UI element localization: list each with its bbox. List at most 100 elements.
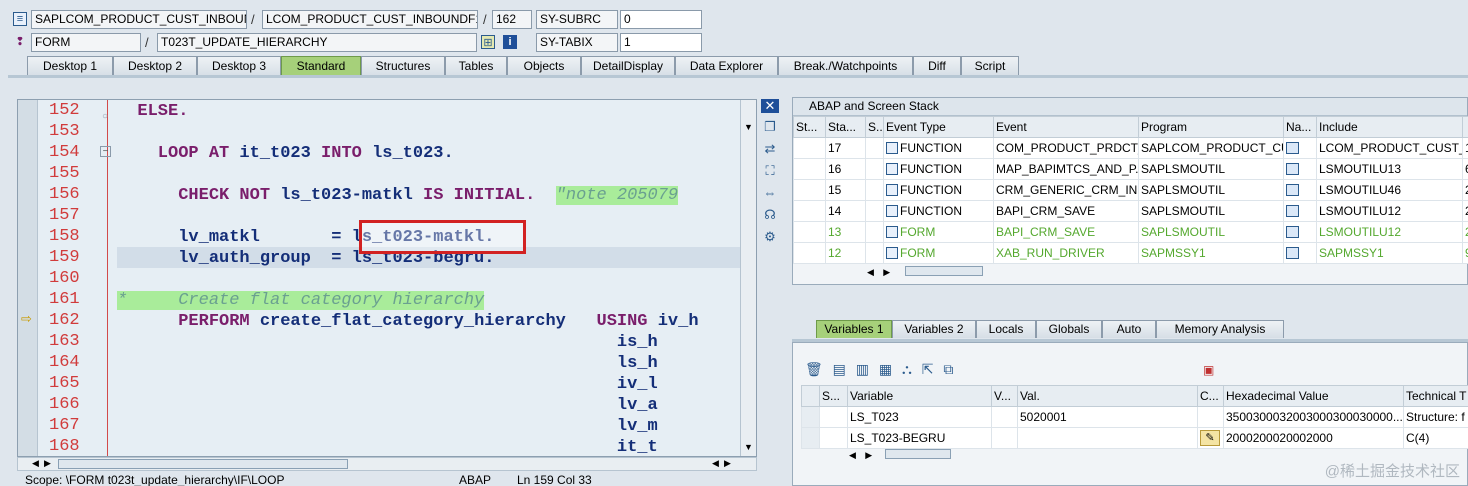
- tab-memory-analysis[interactable]: Memory Analysis: [1156, 320, 1284, 338]
- column-header[interactable]: S...: [819, 385, 848, 407]
- scroll-left-icon[interactable]: ◀: [867, 267, 874, 277]
- column-header[interactable]: Technical T: [1403, 385, 1468, 407]
- column-header[interactable]: Val.: [1017, 385, 1198, 407]
- scroll-left-icon[interactable]: ◀: [712, 458, 719, 469]
- tab-structures[interactable]: Structures: [361, 56, 445, 76]
- load-variables-icon[interactable]: ▤: [833, 361, 849, 377]
- scroll-left-icon[interactable]: ◀: [32, 458, 39, 469]
- editor-horizontal-scrollbar[interactable]: ◀ ▶ ◀ ▶: [17, 457, 757, 471]
- table-row[interactable]: 15 FUNCTION CRM_GENERIC_CRM_IN SAPLSMOUTIL L…: [793, 179, 1468, 201]
- table-row[interactable]: 12FORMXAB_RUN_DRIVERSAPMSSY1SAPMSSY19: [793, 242, 1468, 264]
- column-header[interactable]: S...: [865, 116, 884, 138]
- scroll-left-icon[interactable]: ◀: [849, 450, 856, 460]
- tab-locals[interactable]: Locals: [976, 320, 1036, 338]
- tab-desktop-2[interactable]: Desktop 2: [113, 56, 197, 76]
- include-field[interactable]: LCOM_PRODUCT_CUST_INBOUNDF19: [262, 10, 478, 29]
- new-tool-icon[interactable]: ❐: [761, 119, 779, 141]
- export-icon[interactable]: ▦: [879, 361, 895, 377]
- column-header[interactable]: C...: [1197, 385, 1224, 407]
- code-line[interactable]: PERFORM create_flat_category_hierarchy U…: [117, 311, 698, 332]
- column-header[interactable]: Event Type: [883, 116, 994, 138]
- source-editor[interactable]: ELSE. LOOP AT it_t023 INTO ls_t023. CHEC…: [17, 99, 757, 457]
- save-variables-icon[interactable]: ▥: [856, 361, 872, 377]
- tab-globals[interactable]: Globals: [1036, 320, 1102, 338]
- navigate-icon[interactable]: [1286, 184, 1299, 196]
- column-header[interactable]: Hexadecimal Value: [1223, 385, 1404, 407]
- code-line[interactable]: it_t: [117, 437, 658, 456]
- code-line[interactable]: iv_l: [117, 374, 658, 395]
- navigate-icon[interactable]: [1286, 142, 1299, 154]
- scroll-right-icon[interactable]: ▶: [724, 458, 731, 469]
- variables-scroll[interactable]: ◀ ▶: [849, 447, 872, 461]
- navigate-icon[interactable]: [1286, 163, 1299, 175]
- info-icon[interactable]: i: [503, 35, 517, 49]
- tab-breakpoints[interactable]: Break./Watchpoints: [778, 56, 913, 76]
- sy-subrc-value[interactable]: 0: [620, 10, 702, 29]
- tab-variables-2[interactable]: Variables 2: [892, 320, 976, 338]
- fullscreen-icon[interactable]: ⛶: [761, 163, 779, 185]
- sy-tabix-value[interactable]: 1: [620, 33, 702, 52]
- column-header[interactable]: [801, 385, 820, 407]
- scroll-up-icon[interactable]: ▼: [744, 122, 753, 132]
- scroll-right-icon[interactable]: ▶: [883, 267, 890, 277]
- table-row[interactable]: 13 FORM BAPI_CRM_SAVE SAPLSMOUTIL LSMOUTILU1…: [793, 221, 1468, 243]
- column-header[interactable]: Na...: [1283, 116, 1317, 138]
- scroll-thumb[interactable]: [58, 459, 348, 469]
- tab-script[interactable]: Script: [961, 56, 1019, 76]
- tab-objects[interactable]: Objects: [507, 56, 581, 76]
- variable-row[interactable]: LS_T023 5020001 3500300032003000300030000.…: [801, 406, 1468, 428]
- where-used-icon[interactable]: ⊞: [481, 35, 495, 49]
- table-row[interactable]: 14 FUNCTION BAPI_CRM_SAVE SAPLSMOUTIL LSMOUT…: [793, 200, 1468, 222]
- breakpoint-gutter[interactable]: [18, 100, 38, 456]
- code-line[interactable]: lv_a: [117, 395, 658, 416]
- column-header[interactable]: St...: [793, 116, 826, 138]
- table-cell[interactable]: [1017, 427, 1198, 449]
- event-type-field[interactable]: FORM: [31, 33, 141, 52]
- column-header[interactable]: [1462, 116, 1468, 138]
- stack-scroll-thumb[interactable]: [905, 266, 983, 276]
- tab-desktop-1[interactable]: Desktop 1: [27, 56, 113, 76]
- fold-toggle-icon[interactable]: −: [100, 146, 111, 157]
- edit-icon[interactable]: ✎: [1200, 430, 1220, 446]
- swap-icon[interactable]: ⇔: [761, 185, 779, 207]
- column-header[interactable]: Variable: [847, 385, 992, 407]
- event-name-field[interactable]: T023T_UPDATE_HIERARCHY: [157, 33, 477, 52]
- tab-tables[interactable]: Tables: [445, 56, 507, 76]
- tab-diff[interactable]: Diff: [913, 56, 961, 76]
- delete-icon[interactable]: 🗑: [805, 361, 826, 377]
- tab-data-explorer[interactable]: Data Explorer: [675, 56, 778, 76]
- code-line[interactable]: * Create flat category hierarchy: [117, 290, 485, 311]
- tab-detaildisplay[interactable]: DetailDisplay: [581, 56, 675, 76]
- code-line[interactable]: CHECK NOT ls_t023-matkl IS INITIAL. "not…: [117, 185, 679, 206]
- headset-icon[interactable]: ☊: [761, 207, 779, 229]
- variables-scroll-thumb[interactable]: [885, 449, 951, 459]
- save-icon[interactable]: ▣: [1203, 363, 1214, 377]
- stack-scroll[interactable]: ◀ ▶: [867, 264, 890, 278]
- column-header[interactable]: Sta...: [825, 116, 866, 138]
- tree-icon[interactable]: ⛬: [902, 361, 915, 377]
- scroll-down-icon[interactable]: ▼: [744, 442, 753, 452]
- column-header[interactable]: Program: [1138, 116, 1284, 138]
- replace-tool-icon[interactable]: ⇄: [761, 141, 779, 163]
- column-header[interactable]: V...: [991, 385, 1018, 407]
- code-line[interactable]: is_h: [117, 332, 658, 353]
- navigate-icon[interactable]: ⇱: [922, 361, 937, 377]
- code-line[interactable]: ELSE.: [117, 101, 188, 122]
- copy-icon[interactable]: ⧉: [943, 361, 956, 377]
- scroll-right-icon[interactable]: ▶: [44, 458, 51, 469]
- editor-vertical-scrollbar[interactable]: ▼ ▼: [740, 100, 756, 456]
- table-cell[interactable]: 5020001: [1017, 406, 1198, 428]
- code-line[interactable]: LOOP AT it_t023 INTO ls_t023.: [117, 143, 454, 164]
- table-row[interactable]: 16 FUNCTION MAP_BAPIMTCS_AND_P... SAPLSMOUT…: [793, 158, 1468, 180]
- tab-auto[interactable]: Auto: [1102, 320, 1156, 338]
- navigate-icon[interactable]: [1286, 247, 1299, 259]
- line-field[interactable]: 162: [492, 10, 532, 29]
- services-icon[interactable]: ⚙: [761, 229, 779, 251]
- program-field[interactable]: SAPLCOM_PRODUCT_CUST_INBOUND: [31, 10, 247, 29]
- code-line[interactable]: ls_h: [117, 353, 658, 374]
- navigate-icon[interactable]: [1286, 205, 1299, 217]
- tab-standard[interactable]: Standard: [281, 56, 361, 76]
- navigate-icon[interactable]: [1286, 226, 1299, 238]
- tab-desktop-3[interactable]: Desktop 3: [197, 56, 281, 76]
- scroll-right-icon[interactable]: ▶: [865, 450, 872, 460]
